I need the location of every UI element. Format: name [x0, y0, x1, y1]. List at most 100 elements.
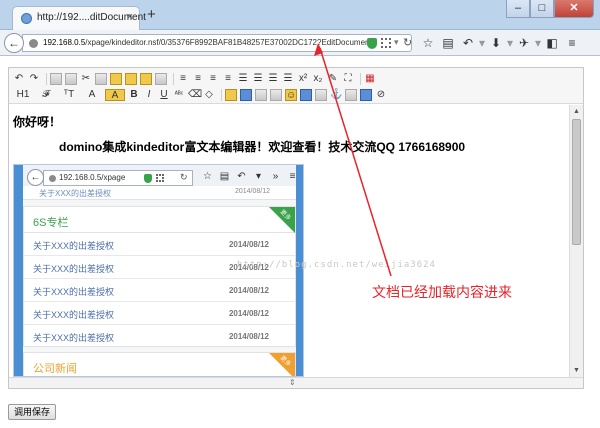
link-icon[interactable]	[360, 89, 372, 101]
page-content: ↶ ↷ ✂ ≡ ≡ ≡ ≡ ☰ ☰ ☰ ☰ x² x₂ ✎ ⛶ ▦ H1 𝓕 ᵀ…	[0, 57, 600, 428]
strikethrough-icon[interactable]: ᴬᴮᶜ	[173, 89, 185, 101]
embedded-screenshot: 192.168.0.5/xpage ↻ ← ☆ ▤ ↶ ▾ » ≡ 关于XXX的…	[13, 164, 304, 377]
bold-icon[interactable]: B	[128, 89, 140, 101]
indent-icon[interactable]: ☰	[267, 73, 279, 85]
font-color-dropdown[interactable]: A	[82, 89, 102, 101]
reload-icon: ↻	[180, 172, 188, 182]
font-size-dropdown[interactable]: ᵀT	[59, 89, 79, 101]
undo-icon[interactable]: ↶	[13, 73, 25, 85]
font-family-dropdown[interactable]: 𝓕	[36, 89, 56, 101]
subscript-icon[interactable]: x₂	[312, 73, 324, 85]
list-item: 关于XXX的出差授权 2014/08/12	[24, 302, 295, 325]
close-tab-icon[interactable]: ×	[127, 11, 133, 23]
embedded-page: 关于XXX的出差授权 2014/08/12 6S专栏 更多 关于XXX的出差授权…	[23, 186, 296, 376]
minimize-button[interactable]: –	[506, 0, 530, 18]
window-controls: – □ ✕	[506, 0, 594, 18]
reload-icon[interactable]: ↻	[403, 36, 412, 49]
italic-icon[interactable]: I	[143, 89, 155, 101]
section-news: 公司新闻 更多	[23, 352, 296, 376]
select-all-icon[interactable]	[155, 73, 167, 85]
outdent-icon[interactable]: ☰	[282, 73, 294, 85]
emoticon-icon[interactable]: ☺	[285, 89, 297, 101]
section-6s: 6S专栏 更多 关于XXX的出差授权 2014/08/12 关于XXX的出差授权…	[23, 206, 296, 347]
menu-icon[interactable]: ≡	[562, 35, 582, 51]
align-justify-icon[interactable]: ≡	[222, 73, 234, 85]
toolbar-icons: ☆ ▤ ↶ ▾ ⬇ ▾ ✈ ▾ ◧ ≡	[418, 35, 582, 51]
item-title: 关于XXX的出差授权	[33, 287, 115, 297]
site-info-icon[interactable]	[29, 39, 38, 48]
shield-icon[interactable]	[367, 38, 377, 49]
reading-list-icon[interactable]: ▤	[438, 35, 458, 51]
address-bar[interactable]: 192.168.0.5/xpage/kindeditor.nsf/0/35376…	[22, 34, 412, 52]
section-header: 公司新闻 更多	[24, 353, 295, 376]
heading-dropdown[interactable]: H1	[13, 89, 33, 101]
bookmark-star-icon[interactable]: ☆	[418, 35, 438, 51]
sidebar-icon[interactable]: ◧	[542, 35, 562, 51]
paste-word-icon[interactable]	[140, 73, 152, 85]
ordered-list-icon[interactable]: ☰	[237, 73, 249, 85]
history-dropdown-icon[interactable]: ▾	[478, 35, 486, 51]
eraser-icon[interactable]: ◇	[203, 89, 215, 101]
scroll-up-icon[interactable]: ▲	[570, 105, 583, 118]
redo-icon[interactable]: ↷	[28, 73, 40, 85]
editor-content[interactable]: 你好呀！ domino集成kindeditor富文本编辑器！欢迎查看！技术交流Q…	[9, 105, 569, 377]
highlight-color-dropdown[interactable]: A	[105, 89, 125, 101]
clear-format-icon[interactable]: ✎	[327, 73, 339, 85]
align-right-icon[interactable]: ≡	[207, 73, 219, 85]
back-button[interactable]: ←	[4, 33, 24, 53]
menu-icon: ≡	[289, 171, 296, 182]
image-icon[interactable]	[225, 89, 237, 101]
multi-image-icon[interactable]	[300, 89, 312, 101]
toolbar-row-2: H1 𝓕 ᵀT A A B I U ᴬᴮᶜ ⌫ ◇ ☺ ⚓ ⊘	[13, 87, 390, 103]
file-icon[interactable]	[315, 89, 327, 101]
unordered-list-icon[interactable]: ☰	[252, 73, 264, 85]
resize-handle-icon[interactable]: ⇕	[289, 378, 296, 387]
dropdown-icon: ▾	[255, 171, 262, 182]
embedded-address-bar: 192.168.0.5/xpage ↻	[43, 170, 193, 186]
extension-icon[interactable]: ✈	[514, 35, 534, 51]
url-text: 192.168.0.5/xpage/kindeditor.nsf/0/35376…	[43, 38, 372, 47]
source-code-icon[interactable]: ▦	[364, 73, 376, 85]
call-save-button[interactable]: 调用保存	[8, 404, 57, 420]
media-icon[interactable]	[255, 89, 267, 101]
new-tab-button[interactable]: +	[147, 7, 156, 22]
anchor-icon[interactable]: ⚓	[330, 89, 342, 101]
scroll-thumb[interactable]	[572, 119, 581, 245]
copy-icon[interactable]	[95, 73, 107, 85]
history-back-icon[interactable]: ↶	[458, 35, 478, 51]
scroll-down-icon[interactable]: ▼	[570, 364, 583, 377]
close-window-button[interactable]: ✕	[554, 0, 594, 18]
cut-icon[interactable]: ✂	[80, 73, 92, 85]
maximize-button[interactable]: □	[530, 0, 554, 18]
browser-tab[interactable]: http://192....ditDocument ×	[12, 6, 146, 30]
dropdown-arrow-icon[interactable]: ▾	[394, 37, 399, 48]
kindeditor: ↶ ↷ ✂ ≡ ≡ ≡ ≡ ☰ ☰ ☰ ☰ x² x₂ ✎ ⛶ ▦ H1 𝓕 ᵀ…	[8, 67, 584, 389]
align-left-icon[interactable]: ≡	[177, 73, 189, 85]
embedded-url: 192.168.0.5/xpage	[59, 173, 126, 182]
globe-icon	[21, 13, 32, 24]
superscript-icon[interactable]: x²	[297, 73, 309, 85]
reading-list-icon: ▤	[219, 171, 230, 182]
preview-icon[interactable]	[50, 73, 62, 85]
flash-icon[interactable]	[240, 89, 252, 101]
align-center-icon[interactable]: ≡	[192, 73, 204, 85]
paste-icon[interactable]	[110, 73, 122, 85]
underline-icon[interactable]: U	[158, 89, 170, 101]
download-icon[interactable]: ⬇	[486, 35, 506, 51]
download-dropdown-icon[interactable]: ▾	[506, 35, 514, 51]
section-title: 6S专栏	[33, 217, 69, 229]
print-icon[interactable]	[65, 73, 77, 85]
vertical-scrollbar[interactable]: ▲ ▼	[569, 105, 583, 377]
fullscreen-icon[interactable]: ⛶	[342, 73, 354, 85]
paste-text-icon[interactable]	[125, 73, 137, 85]
unlink-icon[interactable]: ⊘	[375, 89, 387, 101]
toolbar-divider	[221, 89, 222, 101]
qr-code-icon[interactable]	[381, 38, 391, 48]
page-break-icon[interactable]	[345, 89, 357, 101]
extension-dropdown-icon[interactable]: ▾	[534, 35, 542, 51]
table-icon[interactable]	[270, 89, 282, 101]
remove-format-icon[interactable]: ⌫	[188, 89, 202, 101]
back-icon: ←	[27, 169, 44, 186]
toolbar-row-1: ↶ ↷ ✂ ≡ ≡ ≡ ≡ ☰ ☰ ☰ ☰ x² x₂ ✎ ⛶ ▦	[13, 71, 379, 87]
watermark: http://blog.csdn.net/weijia3624	[237, 260, 436, 270]
